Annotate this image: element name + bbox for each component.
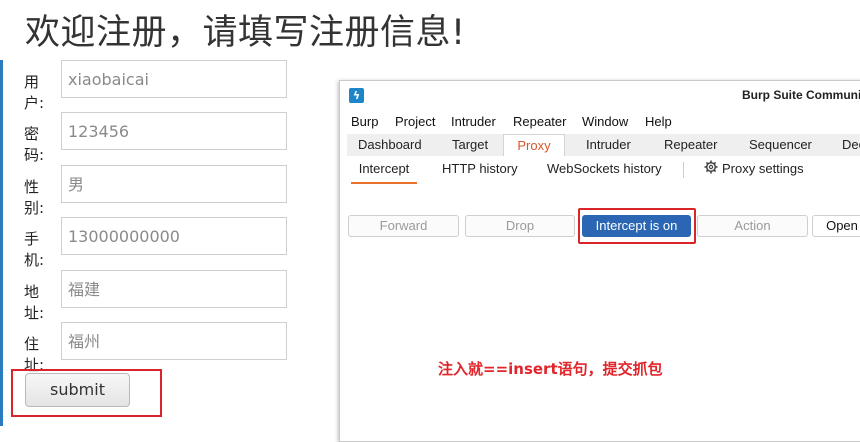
- action-button[interactable]: Action: [697, 215, 808, 237]
- password-label: 密码:: [24, 125, 45, 164]
- proxy-settings-link[interactable]: Proxy settings: [704, 158, 804, 182]
- tab-repeater[interactable]: Repeater: [664, 134, 717, 156]
- menu-help[interactable]: Help: [645, 114, 672, 129]
- phone-input[interactable]: 13000000000: [61, 217, 287, 255]
- tab-target[interactable]: Target: [452, 134, 488, 156]
- burp-main-tabs: Dashboard Target Proxy Intruder Repeater…: [347, 134, 860, 156]
- username-input[interactable]: xiaobaicai: [61, 60, 287, 98]
- menu-burp[interactable]: Burp: [351, 114, 378, 129]
- burp-window-title: Burp Suite Communit: [742, 88, 860, 102]
- menu-window[interactable]: Window: [582, 114, 628, 129]
- subtab-divider: [683, 162, 684, 178]
- page-title: 欢迎注册，请填写注册信息!: [25, 13, 466, 53]
- menu-project[interactable]: Project: [395, 114, 435, 129]
- residence-input[interactable]: 福州: [61, 322, 287, 360]
- tab-intruder[interactable]: Intruder: [586, 134, 631, 156]
- tab-sequencer[interactable]: Sequencer: [749, 134, 812, 156]
- tab-dashboard[interactable]: Dashboard: [358, 134, 422, 156]
- intercept-highlight-box: [578, 208, 696, 244]
- subtab-http-history[interactable]: HTTP history: [442, 158, 518, 182]
- submit-button[interactable]: submit: [25, 373, 130, 407]
- username-label: 用户:: [24, 73, 45, 112]
- address-input[interactable]: 福建: [61, 270, 287, 308]
- address-label: 地址:: [24, 283, 45, 322]
- gender-input[interactable]: 男: [61, 165, 287, 203]
- open-browser-button[interactable]: Open: [812, 215, 860, 237]
- gear-icon: [704, 159, 718, 181]
- password-input[interactable]: 123456: [61, 112, 287, 150]
- menu-repeater[interactable]: Repeater: [513, 114, 566, 129]
- tab-proxy[interactable]: Proxy: [503, 134, 565, 156]
- drop-button[interactable]: Drop: [465, 215, 575, 237]
- burp-suite-window: ϟ Burp Suite Communit Burp Project Intru…: [339, 80, 860, 442]
- subtab-websockets-history[interactable]: WebSockets history: [547, 158, 662, 182]
- phone-label: 手机:: [24, 230, 45, 269]
- burp-logo-icon: ϟ: [349, 88, 364, 103]
- subtab-intercept[interactable]: Intercept: [351, 158, 417, 184]
- left-accent-bar: [0, 60, 3, 426]
- forward-button[interactable]: Forward: [348, 215, 459, 237]
- annotation-text: 注入就==insert语句，提交抓包: [438, 360, 663, 378]
- tab-decoder[interactable]: Dec: [842, 134, 860, 156]
- gender-label: 性别:: [24, 178, 45, 217]
- menu-intruder[interactable]: Intruder: [451, 114, 496, 129]
- proxy-settings-label: Proxy settings: [722, 161, 804, 176]
